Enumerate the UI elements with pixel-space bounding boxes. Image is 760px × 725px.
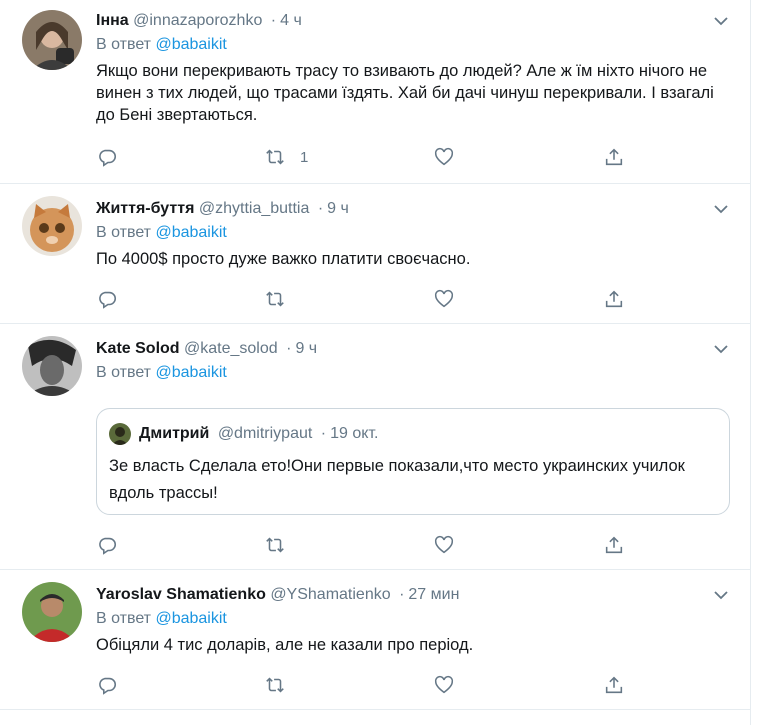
retweet-count: 1 bbox=[300, 148, 309, 166]
avatar[interactable] bbox=[22, 196, 82, 256]
like-icon bbox=[434, 147, 454, 166]
like-button[interactable] bbox=[433, 674, 455, 696]
share-button[interactable] bbox=[603, 534, 625, 556]
quoted-tweet-header: Дмитрий @dmitriypaut · 19 окт. bbox=[109, 423, 378, 445]
reply-prefix: В ответ bbox=[96, 36, 156, 53]
tweet[interactable]: Інна @innazaporozhko · 4 ч В ответ @babai… bbox=[0, 0, 750, 184]
reply-icon bbox=[99, 291, 117, 309]
retweet-icon bbox=[266, 677, 284, 693]
reply-button[interactable] bbox=[96, 146, 118, 168]
avatar-image bbox=[22, 196, 82, 256]
quoted-tweet-text: Зе власть Сделала ето!Они первые показал… bbox=[109, 457, 685, 502]
reply-icon bbox=[99, 677, 117, 695]
tweet-feed: Інна @innazaporozhko · 4 ч В ответ @babai… bbox=[0, 0, 751, 725]
user-handle[interactable]: @YShamatienko bbox=[270, 586, 390, 603]
reply-icon bbox=[99, 149, 117, 167]
timestamp[interactable]: 9 ч bbox=[327, 200, 349, 217]
reply-to-link[interactable]: @babaikit bbox=[155, 364, 226, 381]
like-icon bbox=[434, 289, 454, 308]
reply-to-link[interactable]: @babaikit bbox=[155, 224, 226, 241]
reply-icon bbox=[99, 537, 117, 555]
timestamp[interactable]: 9 ч bbox=[295, 340, 317, 357]
share-button[interactable] bbox=[603, 288, 625, 310]
tweet-header: Життя-буття @zhyttia_buttia · 9 ч bbox=[96, 198, 730, 220]
reply-prefix: В ответ bbox=[96, 610, 156, 627]
retweet-button[interactable] bbox=[264, 674, 286, 696]
tweet-text: Якщо вони перекривають трасу то взивають… bbox=[96, 62, 714, 124]
reply-button[interactable] bbox=[96, 534, 118, 556]
quoted-avatar-image bbox=[109, 423, 131, 445]
tweet-text: Обіцяли 4 тис доларів, але не казали про… bbox=[96, 636, 474, 654]
tweet-actions bbox=[96, 674, 636, 696]
timestamp[interactable]: 27 мин bbox=[408, 586, 459, 603]
reply-context: В ответ @babaikit bbox=[96, 34, 730, 56]
quoted-display-name: Дмитрий bbox=[139, 425, 210, 443]
chevron-down-icon[interactable] bbox=[712, 340, 730, 358]
chevron-down-icon[interactable] bbox=[712, 12, 730, 30]
reply-button[interactable] bbox=[96, 288, 118, 310]
chevron-down-icon[interactable] bbox=[712, 200, 730, 218]
share-button[interactable] bbox=[603, 146, 625, 168]
retweet-button[interactable] bbox=[264, 288, 286, 310]
timestamp[interactable]: 4 ч bbox=[280, 12, 302, 29]
user-handle[interactable]: @zhyttia_buttia bbox=[199, 200, 310, 217]
reply-prefix: В ответ bbox=[96, 224, 156, 241]
retweet-button[interactable]: 1 bbox=[264, 146, 308, 168]
retweet-icon bbox=[266, 291, 284, 307]
tweet-actions bbox=[96, 288, 636, 310]
reply-context: В ответ @babaikit bbox=[96, 362, 730, 384]
reply-prefix: В ответ bbox=[96, 364, 156, 381]
quoted-timestamp: 19 окт. bbox=[330, 425, 379, 443]
chevron-down-icon[interactable] bbox=[712, 586, 730, 604]
like-button[interactable] bbox=[433, 146, 455, 168]
retweet-icon bbox=[266, 537, 284, 553]
avatar-image bbox=[22, 582, 82, 642]
retweet-button[interactable] bbox=[264, 534, 286, 556]
tweet[interactable]: Життя-буття @zhyttia_buttia · 9 ч В ответ… bbox=[0, 184, 750, 324]
avatar[interactable] bbox=[22, 582, 82, 642]
avatar-image bbox=[22, 10, 82, 70]
reply-button[interactable] bbox=[96, 674, 118, 696]
share-icon bbox=[605, 676, 623, 694]
share-icon bbox=[605, 148, 623, 166]
separator: · bbox=[286, 340, 292, 357]
share-icon bbox=[605, 290, 623, 308]
reply-to-link[interactable]: @babaikit bbox=[155, 36, 226, 53]
retweet-icon bbox=[266, 149, 284, 165]
like-button[interactable] bbox=[433, 288, 455, 310]
display-name[interactable]: Життя-буття bbox=[96, 200, 194, 217]
reply-context: В ответ @babaikit bbox=[96, 608, 730, 630]
display-name[interactable]: Yaroslav Shamatienko bbox=[96, 586, 266, 603]
separator: · bbox=[317, 200, 324, 217]
tweet-actions bbox=[96, 534, 636, 556]
separator: · bbox=[270, 12, 277, 29]
tweet-header: Kate Solod @kate_solod · 9 ч bbox=[96, 338, 730, 360]
avatar[interactable] bbox=[22, 336, 82, 396]
tweet-header: Інна @innazaporozhko · 4 ч bbox=[96, 10, 730, 32]
tweet-header: Yaroslav Shamatienko @YShamatienko · 27 м… bbox=[96, 584, 730, 606]
user-handle[interactable]: @innazaporozhko bbox=[133, 12, 262, 29]
tweet-actions: 1 bbox=[96, 146, 636, 168]
like-button[interactable] bbox=[433, 534, 455, 556]
reply-context: В ответ @babaikit bbox=[96, 222, 730, 244]
tweet[interactable]: Yaroslav Shamatienko @YShamatienko · 27 м… bbox=[0, 570, 750, 710]
tweet-text: По 4000$ просто дуже важко платити своєч… bbox=[96, 250, 471, 268]
avatar-image bbox=[22, 336, 82, 396]
share-button[interactable] bbox=[603, 674, 625, 696]
user-handle[interactable]: @kate_solod bbox=[184, 340, 278, 357]
quoted-user-handle: @dmitriypaut bbox=[217, 425, 313, 443]
quoted-tweet[interactable]: Дмитрий @dmitriypaut · 19 окт. Зе власть … bbox=[96, 408, 730, 515]
like-icon bbox=[434, 535, 454, 554]
display-name[interactable]: Інна bbox=[96, 12, 129, 29]
share-icon bbox=[605, 536, 623, 554]
avatar[interactable] bbox=[22, 10, 82, 70]
like-icon bbox=[434, 675, 454, 694]
separator: · bbox=[320, 425, 327, 443]
quoted-avatar bbox=[109, 423, 131, 445]
tweet[interactable]: Kate Solod @kate_solod · 9 ч В ответ @bab… bbox=[0, 324, 750, 570]
display-name[interactable]: Kate Solod bbox=[96, 340, 180, 357]
reply-to-link[interactable]: @babaikit bbox=[155, 610, 226, 627]
separator: · bbox=[399, 586, 405, 603]
